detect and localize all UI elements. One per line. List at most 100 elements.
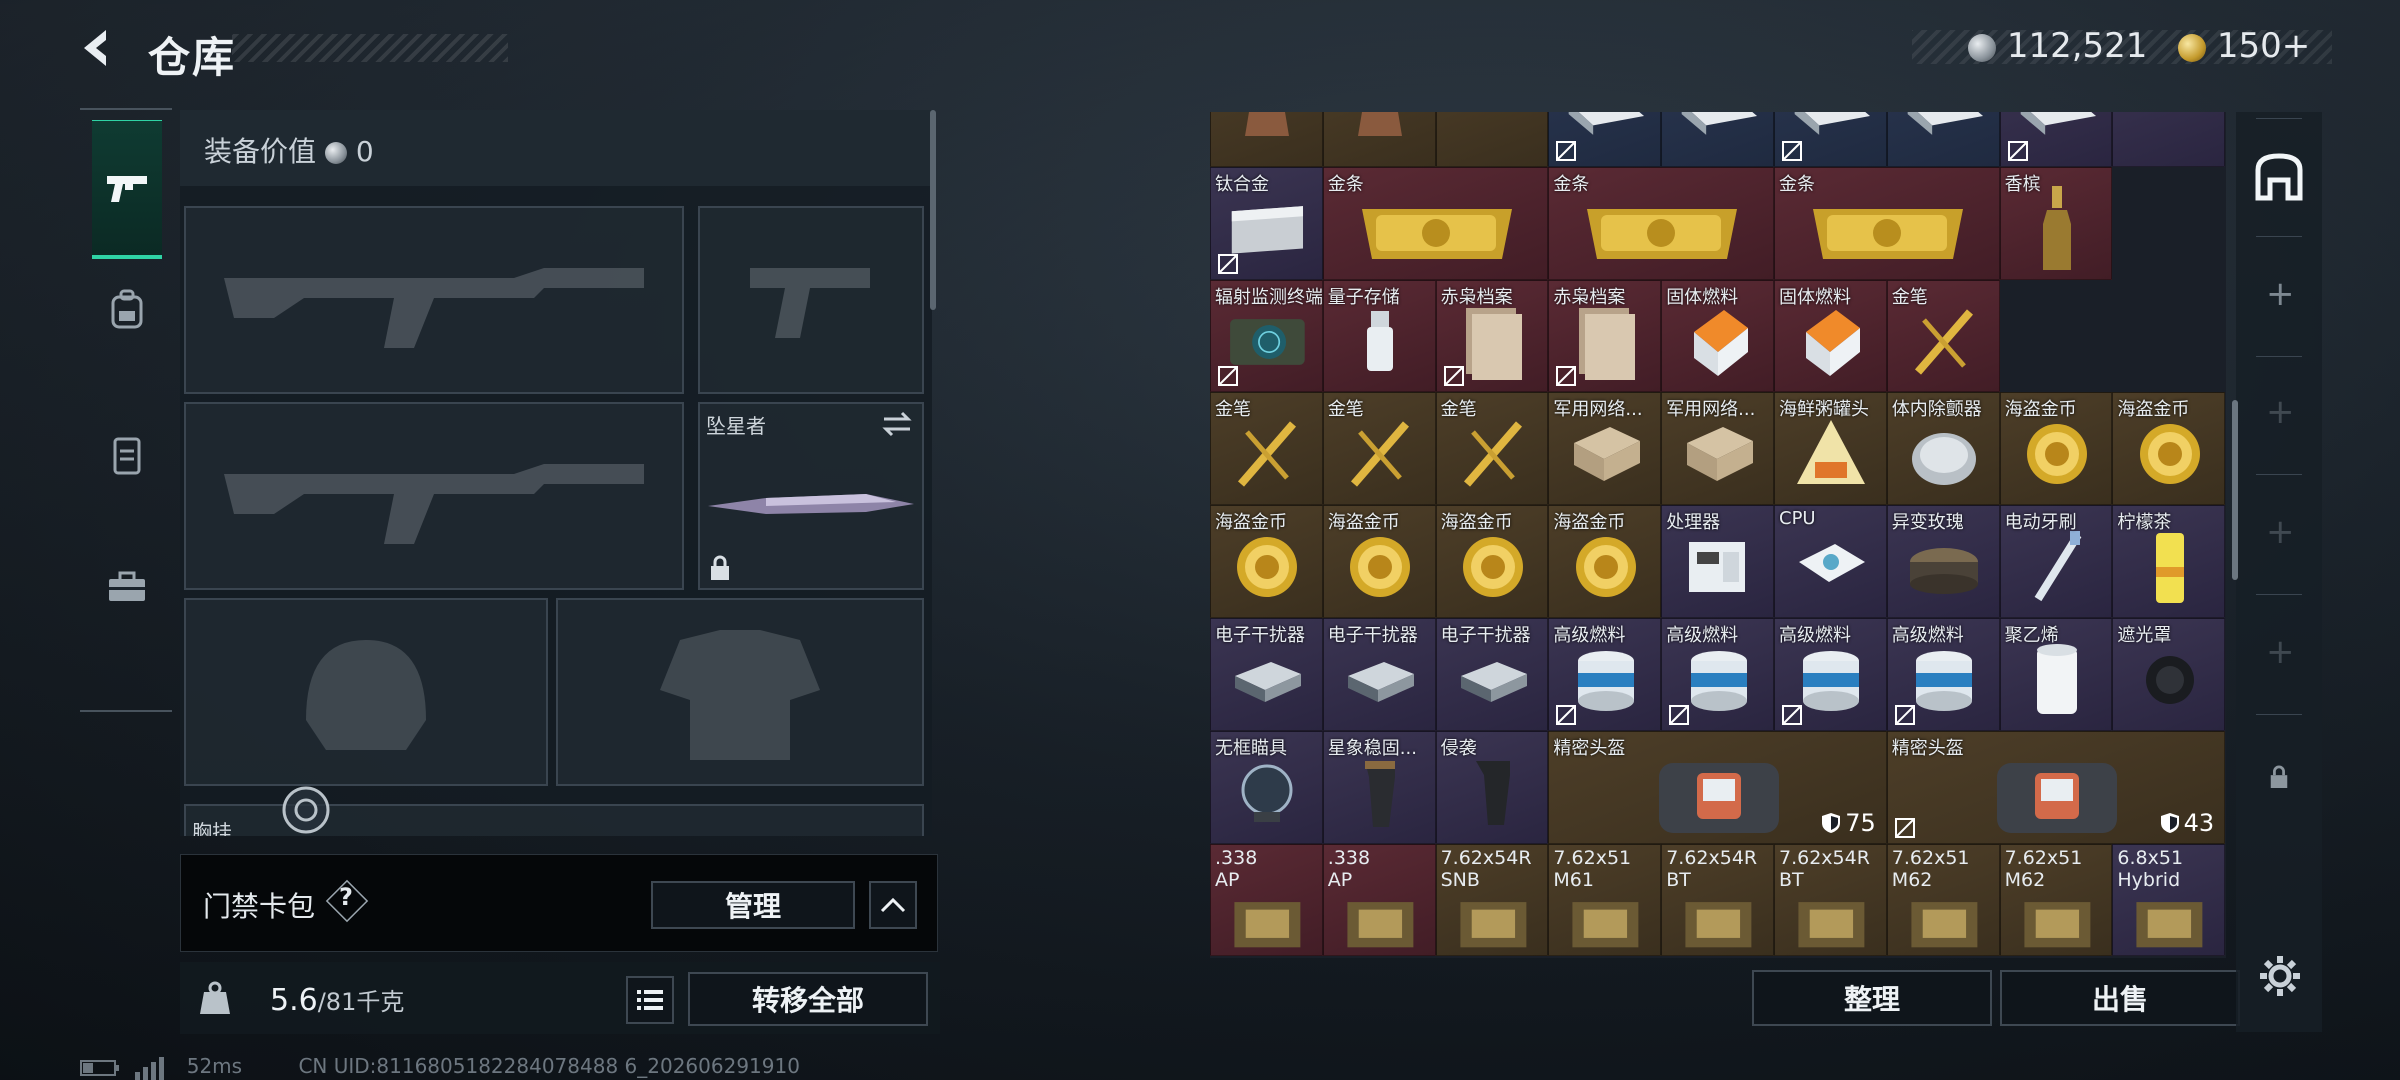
grid-item[interactable]: 军用网络...	[1548, 392, 1662, 506]
item-name: 金笔	[1215, 399, 1251, 421]
melee-slot[interactable]: 坠星者	[698, 402, 924, 590]
grid-item[interactable]: 柠檬茶	[2112, 505, 2226, 618]
grid-item[interactable]: 精密头盔 43	[1886, 730, 2226, 844]
grid-item[interactable]: 金条	[1548, 166, 1774, 280]
grid-item[interactable]	[1322, 112, 1436, 167]
item-name: 海盗金币	[1215, 512, 1287, 534]
grid-item[interactable]: 海盗金币	[2112, 392, 2226, 506]
grid-item[interactable]: 赤枭档案	[1548, 279, 1662, 393]
grid-item[interactable]: 7.62x51 M62	[1886, 843, 2000, 957]
expand-button[interactable]	[869, 881, 917, 929]
separator	[2256, 714, 2302, 715]
grid-item[interactable]: 海盗金币	[1435, 505, 1549, 618]
grid-item[interactable]: 异变玫瑰	[1886, 505, 2000, 618]
grid-item[interactable]: 无框瞄具	[1210, 730, 1323, 844]
grid-item[interactable]: 聚乙烯	[1999, 618, 2113, 731]
settings-gear-icon[interactable]	[2258, 954, 2302, 998]
grid-item[interactable]: 高级燃料	[1661, 618, 1774, 731]
ammo-box-icon	[2015, 885, 2100, 955]
grid-item[interactable]: 电子干扰器	[1322, 618, 1436, 731]
grid-item[interactable]: 海鲜粥罐头	[1774, 392, 1887, 506]
tab-vest[interactable]	[92, 388, 162, 522]
grid-item[interactable]: 7.62x54R SNB	[1435, 843, 1549, 957]
helmet-slot[interactable]	[184, 598, 548, 786]
grid-item[interactable]	[1774, 112, 1887, 167]
gold-plus[interactable]: +	[2282, 26, 2311, 66]
grid-item[interactable]: 遮光罩	[2112, 618, 2226, 731]
sell-button[interactable]: 出售	[2000, 970, 2240, 1026]
add-page-plus-icon[interactable]: +	[2266, 632, 2295, 672]
grid-item[interactable]: 体内除颤器	[1886, 392, 2000, 506]
item-name: 精密头盔	[1891, 737, 1964, 759]
grid-item[interactable]: 电子干扰器	[1210, 618, 1323, 731]
grid-item[interactable]: 金笔	[1435, 392, 1549, 506]
grid-item[interactable]	[1210, 112, 1323, 167]
grid-item[interactable]: 7.62x54R BT	[1774, 843, 1887, 957]
item-name: 固体燃料	[1779, 286, 1851, 308]
weight-max: /81千克	[317, 988, 405, 1016]
grid-item[interactable]: 电动牙刷	[1999, 505, 2113, 618]
primary-weapon-slot[interactable]	[184, 206, 684, 394]
tab-case[interactable]	[92, 520, 162, 654]
helmet-silhouette-icon	[306, 640, 426, 750]
add-page-plus-icon[interactable]: +	[2266, 512, 2295, 552]
grid-item[interactable]	[1886, 112, 2000, 167]
grid-item[interactable]: 7.62x54R BT	[1661, 843, 1774, 957]
tab-backpack[interactable]	[92, 242, 162, 376]
grid-item[interactable]: 钛合金	[1210, 166, 1323, 280]
grid-item[interactable]: 金条	[1774, 166, 2000, 280]
grid-item[interactable]: 量子存储	[1322, 279, 1436, 393]
grid-item[interactable]: 金笔	[1210, 392, 1323, 506]
grid-item[interactable]: 高级燃料	[1548, 618, 1662, 731]
equipment-scrollbar[interactable]	[930, 110, 936, 310]
add-page-plus-icon[interactable]: +	[2266, 274, 2295, 314]
grid-item[interactable]: 6.8x51 Hybrid	[2112, 843, 2226, 957]
storage-home-icon[interactable]	[2252, 150, 2306, 204]
manage-button[interactable]: 管理	[651, 881, 855, 929]
grid-item[interactable]: 处理器	[1661, 505, 1774, 618]
grid-item[interactable]: 海盗金币	[1999, 392, 2113, 506]
grid-item[interactable]: 辐射监测终端	[1210, 279, 1323, 393]
grid-item[interactable]: 电子干扰器	[1435, 618, 1549, 731]
grid-item[interactable]: 7.62x51 M62	[1999, 843, 2113, 957]
add-page-plus-icon[interactable]: +	[2266, 392, 2295, 432]
grid-item[interactable]: 海盗金币	[1548, 505, 1662, 618]
grid-item[interactable]: 固体燃料	[1774, 279, 1887, 393]
grid-item[interactable]: CPU	[1774, 505, 1887, 618]
grid-item[interactable]: 赤枭档案	[1435, 279, 1549, 393]
grid-item[interactable]	[1548, 112, 1662, 167]
tab-weapon[interactable]	[92, 120, 162, 259]
grid-scrollbar[interactable]	[2232, 400, 2238, 580]
transfer-all-button[interactable]: 转移全部	[688, 972, 928, 1026]
armor-slot[interactable]	[556, 598, 924, 786]
grid-item[interactable]: 固体燃料	[1661, 279, 1774, 393]
grid-item[interactable]: .338 AP	[1210, 843, 1323, 957]
help-icon[interactable]: ?	[339, 883, 353, 911]
gold-currency[interactable]: 150+	[2178, 26, 2310, 66]
grid-item[interactable]: 军用网络...	[1661, 392, 1774, 506]
grid-item[interactable]: 高级燃料	[1774, 618, 1887, 731]
grid-item[interactable]: 海盗金币	[1322, 505, 1436, 618]
list-view-button[interactable]	[626, 976, 674, 1024]
grid-item[interactable]	[1435, 112, 1549, 167]
grid-item[interactable]: 金笔	[1322, 392, 1436, 506]
grid-item[interactable]: 7.62x51 M61	[1548, 843, 1662, 957]
inspect-icon[interactable]	[278, 782, 334, 836]
grid-item[interactable]: 海盗金币	[1210, 505, 1323, 618]
grid-item[interactable]	[1999, 112, 2113, 167]
grid-item[interactable]	[2112, 112, 2226, 167]
secondary-weapon-slot[interactable]	[184, 402, 684, 590]
grid-item[interactable]: 星象稳固...	[1322, 730, 1436, 844]
grid-item[interactable]: .338 AP	[1322, 843, 1436, 957]
organize-button[interactable]: 整理	[1752, 970, 1992, 1026]
pistol-slot[interactable]	[698, 206, 924, 394]
grid-item[interactable]: 金笔	[1886, 279, 2000, 393]
swap-icon[interactable]	[880, 410, 914, 438]
back-button[interactable]	[76, 26, 120, 70]
grid-item[interactable]: 侵袭	[1435, 730, 1549, 844]
grid-item[interactable]: 精密头盔 75	[1548, 730, 1887, 844]
grid-item[interactable]	[1661, 112, 1774, 167]
grid-item[interactable]: 香槟	[1999, 166, 2113, 280]
grid-item[interactable]: 金条	[1322, 166, 1549, 280]
grid-item[interactable]: 高级燃料	[1886, 618, 2000, 731]
